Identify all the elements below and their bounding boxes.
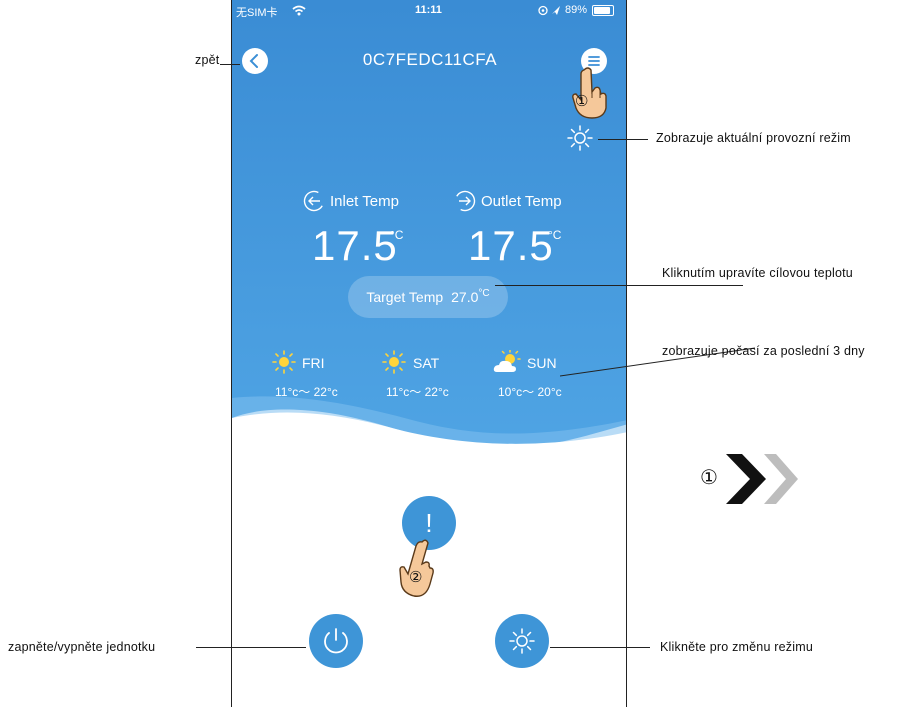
inlet-icon xyxy=(303,190,325,212)
outlet-temp-label: Outlet Temp xyxy=(481,193,562,210)
weather-day-sun: SUN xyxy=(527,355,557,371)
callout-line-target xyxy=(495,285,743,286)
outlet-icon xyxy=(454,190,476,212)
inlet-temp-label: Inlet Temp xyxy=(330,193,399,210)
mode-button[interactable] xyxy=(495,614,549,668)
weather-range-fri: 11°c～ 22°c xyxy=(275,385,338,399)
device-title: 0C7FEDC11CFA xyxy=(362,50,498,69)
power-icon xyxy=(324,628,348,654)
location-lock-icon xyxy=(538,5,560,16)
battery-icon xyxy=(592,5,614,16)
carrier-label: 无SIM卡 xyxy=(236,7,278,19)
outlet-temp-value: 17.5 xyxy=(468,222,554,269)
alert-icon: ! xyxy=(425,507,433,538)
battery-percent: 89% xyxy=(565,4,588,16)
mode-sun-icon xyxy=(509,628,535,654)
target-temp-label: Target Temp xyxy=(366,289,444,305)
partly-cloudy-icon xyxy=(493,350,521,372)
callout-power: zapněte/vypněte jednotku xyxy=(8,640,156,654)
callout-line-mode-change xyxy=(550,647,650,648)
power-button[interactable] xyxy=(309,614,363,668)
target-temp-value: 27.0 xyxy=(451,289,479,305)
legend-step-marker: ① xyxy=(700,467,718,489)
callout-line-power xyxy=(196,647,306,648)
callout-mode-display: Zobrazuje aktuální provozní režim xyxy=(656,131,851,145)
target-temp-unit: °C xyxy=(478,287,490,299)
step-marker-2: ② xyxy=(409,569,423,586)
callout-weather: zobrazuje počasí za poslední 3 dny xyxy=(662,344,865,358)
callout-back: zpět xyxy=(195,53,220,67)
clock: 11:11 xyxy=(415,4,442,16)
step-marker-1: ① xyxy=(575,93,589,110)
callout-line-mode xyxy=(598,139,648,140)
weather-range-sat: 11°c～ 22°c xyxy=(386,385,449,399)
mode-sun-icon xyxy=(567,125,593,151)
callout-mode-change: Klikněte pro změnu režimu xyxy=(660,640,813,654)
target-temp-button[interactable]: Target Temp 27.0 °C xyxy=(348,276,508,318)
outlet-temp-unit: °C xyxy=(548,228,562,242)
sun-icon xyxy=(382,350,406,374)
weather-day-sat: SAT xyxy=(413,355,440,371)
inlet-temp-unit: °C xyxy=(390,228,404,242)
double-chevron-icon xyxy=(726,454,798,504)
sun-icon xyxy=(272,350,296,374)
wifi-icon xyxy=(292,5,306,16)
weather-day-fri: FRI xyxy=(302,355,325,371)
callout-line-back xyxy=(220,64,240,65)
weather-range-sun: 10°c～ 20°c xyxy=(498,385,562,399)
callout-target-temp: Kliknutím upravíte cílovou teplotu xyxy=(662,266,853,280)
inlet-temp-value: 17.5 xyxy=(312,222,398,269)
